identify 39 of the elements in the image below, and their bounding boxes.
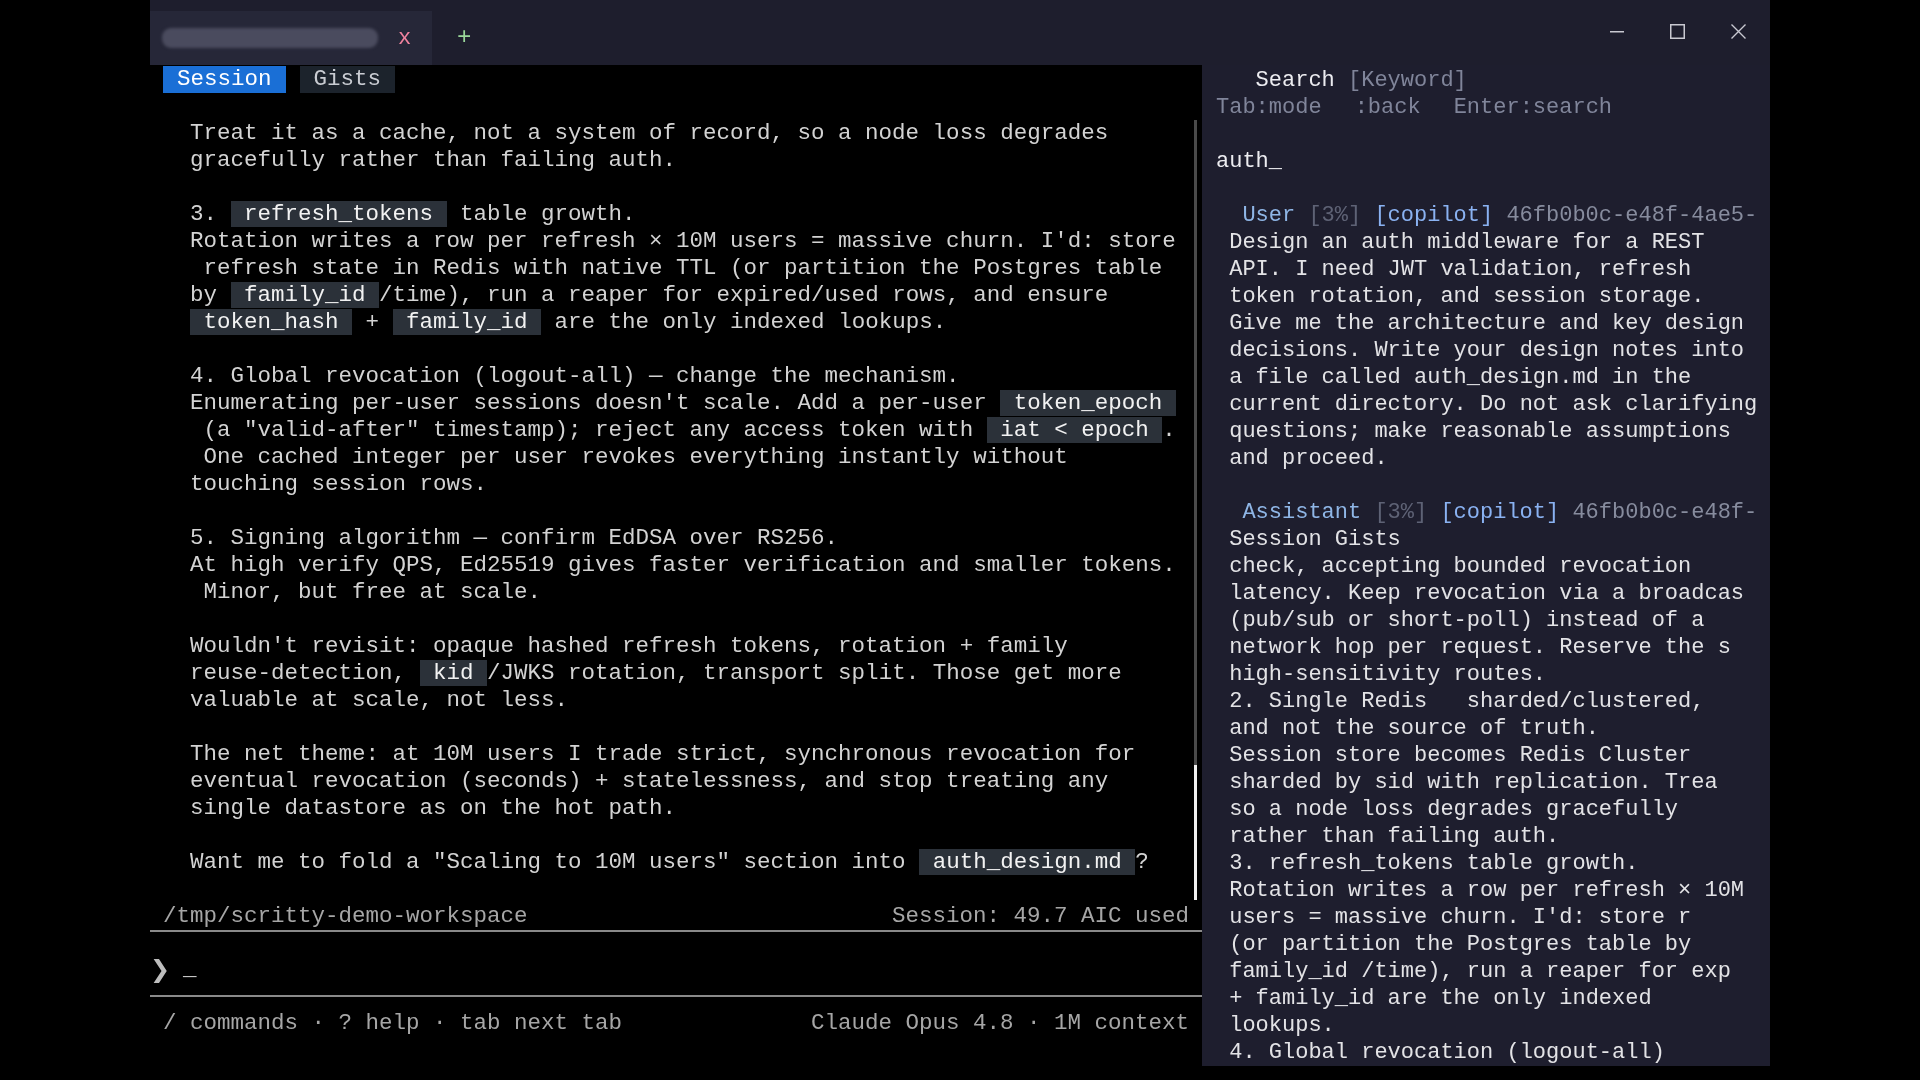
search-field[interactable]: auth_ — [1216, 148, 1282, 175]
search-title: Search — [1255, 67, 1335, 94]
role-label: User — [1242, 202, 1296, 229]
message-paragraph: The net theme: at 10M users I trade strict, synchronous revocation for eventual revocation (seconds) + statelessness, and stop treating any single datastore as on the hot path. — [190, 741, 1137, 822]
message-paragraph: Treat it as a cache, not a system of record, so a node loss degrades gracefully rather than failing auth. — [190, 120, 1110, 174]
model-info: Claude Opus 4.8 · 1M context — [810, 1010, 1189, 1037]
message-paragraph: Wouldn't revisit: opaque hashed refresh tokens, rotation + family reuse-detection, kid /JWKS rotation, transport split. Those get more valuable at scale, not less. — [190, 633, 1123, 714]
pane-tab[interactable]: Gists — [299, 66, 396, 93]
key-hint: :back — [1354, 94, 1421, 121]
message-paragraph: Want me to fold a "Scaling to 10M users" section into auth_design.md ? — [190, 849, 1150, 876]
search-mode-label: [Keyword] — [1348, 67, 1467, 94]
pane-tab[interactable]: Session — [163, 66, 286, 93]
scrollbar-track[interactable] — [1194, 120, 1197, 900]
key-hint: Tab:mode — [1216, 94, 1322, 121]
prompt-symbol: ❯ — [150, 956, 172, 983]
command-input[interactable]: _ — [183, 956, 1202, 983]
source-tag: [copilot] — [1440, 499, 1560, 526]
tab-close-button[interactable]: x — [398, 24, 412, 52]
new-tab-button[interactable]: + — [457, 24, 472, 51]
match-score: [3%] — [1308, 202, 1362, 229]
role-label: Assistant — [1242, 499, 1362, 526]
match-score: [3%] — [1374, 499, 1428, 526]
workspace-path: /tmp/scritty-demo-workspace — [163, 903, 528, 930]
message-text: Design an auth middleware for a REST API. I need JWT validation, refresh token rotation, and session storage. Give me the architecture and key design decisions. Write your design notes into a file called auth_design.md in the current directory. Do not ask clarifying questions; make reasonable assumptions and proceed. — [1229, 229, 1759, 472]
source-tag: [copilot] — [1374, 202, 1494, 229]
key-hint: Enter:search — [1453, 94, 1613, 121]
message-paragraph: 4. Global revocation (logout-all) — change the mechanism. Enumerating per-user sessions doesn't scale. Add a per-user token_epoch (a "valid-after" timestamp); reject any access token with iat < epoch . One cached integer per user revokes everything instantly without touching session rows. — [190, 363, 1177, 498]
footer-hints: / commands · ? help · tab next tab — [163, 1010, 623, 1037]
message-paragraph: 3. refresh_tokens table growth. Rotation writes a row per refresh × 10M users = massive churn. I'd: store refresh state in Redis with native TTL (or partition the Postgres table by family_id /time), run a reaper for expired/used rows, and ensure token_hash + family_id are the only indexed lookups. — [190, 201, 1177, 336]
minimize-icon[interactable] — [1610, 30, 1624, 33]
maximize-icon[interactable] — [1670, 24, 1685, 39]
scrollbar-thumb[interactable] — [1194, 765, 1197, 900]
session-usage: Session: 49.7 AIC used — [891, 903, 1189, 930]
window-tab[interactable]: x — [150, 11, 432, 65]
message-text: Session Gists check, accepting bounded revocation latency. Keep revocation via a broadcas (pub/sub or short-poll) instead of a network hop per request. Reserve the s high-sensitivity routes. 2. Single Redis sharded/clustered, and not the source of truth. Session store becomes Redis Cluster sharded by sid with replication. Trea so a node loss degrades gracefully rather than failing auth. 3. refresh_tokens table growth. Rotation writes a row per refresh × 10M users = massive churn. I'd: store r (or partition the Postgres table by family_id /time), run a reaper for exp + family_id are the only indexed lookups. 4. Global revocation (logout-all) — [1229, 526, 1746, 1066]
message-paragraph: 5. Signing algorithm — confirm EdDSA over RS256. At high verify QPS, Ed25519 gives faster verification and smaller tokens. Minor, but free at scale. — [190, 525, 1177, 606]
close-icon[interactable] — [1731, 24, 1746, 39]
session-id: 46fb0b0c-e48f-4ae5- — [1506, 202, 1758, 229]
session-id: 46fb0b0c-e48f- — [1572, 499, 1758, 526]
